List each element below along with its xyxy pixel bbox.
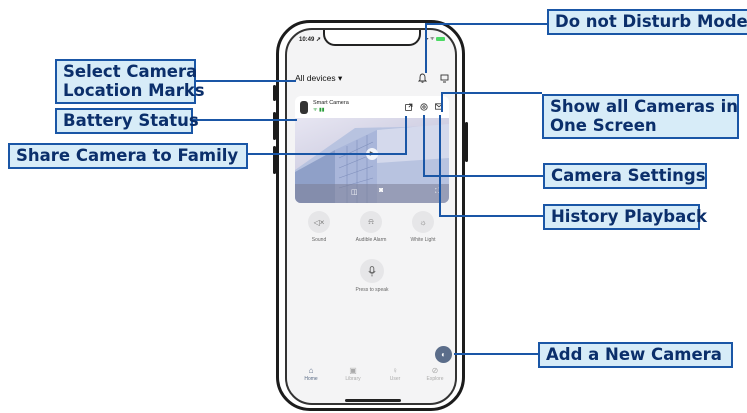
callout-show-all-line2: One Screen	[550, 116, 657, 135]
callout-add-camera: Add a New Camera	[538, 342, 733, 368]
home-indicator	[345, 399, 401, 402]
sound-label: Sound	[311, 237, 327, 243]
status-icons: ▸ ᯤ	[426, 36, 445, 42]
callout-history-playback: History Playback	[543, 204, 707, 230]
tab-explore[interactable]: ⊘ Explore	[417, 366, 453, 382]
tab-user-label: User	[389, 376, 401, 382]
alarm-icon: ⍾	[360, 211, 382, 233]
notch	[323, 30, 421, 46]
connector-show-all-v	[441, 92, 443, 112]
tab-home-label: Home	[304, 376, 318, 382]
location-selector[interactable]: All devices ▾	[295, 73, 342, 84]
connector-do-not-disturb	[425, 23, 427, 73]
callout-battery-status-text: Battery Status	[63, 111, 199, 130]
library-icon: ▣	[349, 366, 357, 375]
bottom-tab-bar: ⌂ Home ▣ Library ♀ User ⊘ Explore	[287, 366, 455, 396]
phone-screen: 10:49 ➚ ▸ ᯤ All devices ▾ Smart Camera ᯤ…	[285, 28, 457, 405]
connector-location	[196, 80, 296, 82]
callout-share-camera-text: Share Camera to Family	[16, 146, 239, 165]
connector-do-not-disturb-h	[425, 23, 547, 25]
audible-alarm-control[interactable]: ⍾ Audible Alarm	[351, 211, 391, 243]
connector-settings	[423, 175, 543, 177]
connector-battery	[193, 119, 297, 121]
callout-camera-settings-text: Camera Settings	[551, 166, 706, 185]
tab-home[interactable]: ⌂ Home	[293, 366, 329, 382]
gear-icon[interactable]	[419, 103, 428, 113]
speaker-icon[interactable]: ◫	[351, 188, 358, 196]
connector-add-camera	[454, 353, 538, 355]
audible-alarm-label: Audible Alarm	[355, 237, 387, 243]
callout-share-camera: Share Camera to Family	[8, 143, 248, 169]
share-icon[interactable]	[404, 103, 413, 113]
battery-status: ᯤ ▮▮	[313, 107, 325, 113]
tab-explore-label: Explore	[426, 376, 444, 382]
press-to-speak-label: Press to speak	[355, 287, 389, 293]
callout-show-all: Show all Cameras in One Screen	[542, 94, 739, 139]
connector-show-all	[441, 92, 542, 94]
microphone-icon	[360, 259, 384, 283]
status-time: 10:49 ➚	[299, 37, 322, 43]
tab-user[interactable]: ♀ User	[377, 366, 413, 382]
snapshot-camera-icon[interactable]: ◙	[379, 187, 383, 194]
connector-playback	[439, 215, 543, 217]
callout-camera-settings: Camera Settings	[543, 163, 707, 189]
press-to-speak-button[interactable]: Press to speak	[347, 259, 397, 293]
camera-live-view[interactable]: ▶ ◫ ◙ ⛶	[295, 118, 449, 203]
callout-select-location-line2: Location Marks	[63, 81, 205, 100]
bell-icon[interactable]	[417, 73, 427, 85]
camera-card[interactable]: Smart Camera ᯤ ▮▮ ▶	[295, 96, 449, 203]
camera-name: Smart Camera	[313, 100, 349, 106]
callout-do-not-disturb-text: Do not Disturb Mode	[555, 12, 747, 31]
callout-history-playback-text: History Playback	[551, 207, 707, 226]
battery-icon	[436, 36, 445, 41]
light-icon: ☼	[412, 211, 434, 233]
home-icon: ⌂	[308, 366, 314, 375]
mute-icon: ◁×	[308, 211, 330, 233]
white-light-control[interactable]: ☼ White Light	[403, 211, 443, 243]
explore-icon: ⊘	[431, 366, 439, 375]
connector-settings-v	[423, 115, 425, 177]
callout-show-all-line1: Show all Cameras in	[550, 97, 739, 116]
camera-avatar-icon	[300, 101, 308, 114]
building-preview-image	[295, 124, 449, 203]
sound-control[interactable]: ◁× Sound	[299, 211, 339, 243]
tab-library[interactable]: ▣ Library	[335, 366, 371, 382]
callout-add-camera-text: Add a New Camera	[546, 345, 722, 364]
connector-playback-v	[439, 115, 441, 216]
callout-select-location-line1: Select Camera	[63, 62, 198, 81]
volume-up-button	[273, 112, 276, 140]
volume-down-button	[273, 146, 276, 174]
callout-do-not-disturb: Do not Disturb Mode	[547, 9, 747, 35]
power-button	[465, 122, 468, 162]
multi-screen-icon[interactable]	[439, 74, 449, 85]
connector-share-v	[405, 116, 407, 153]
mute-switch	[273, 85, 276, 101]
connector-share	[248, 153, 407, 155]
add-camera-button[interactable]: ◐	[435, 346, 452, 363]
white-light-label: White Light	[410, 237, 436, 243]
callout-battery-status: Battery Status	[55, 108, 199, 134]
callout-select-location: Select Camera Location Marks	[55, 59, 205, 104]
tab-library-label: Library	[345, 376, 361, 382]
user-icon: ♀	[392, 366, 398, 375]
